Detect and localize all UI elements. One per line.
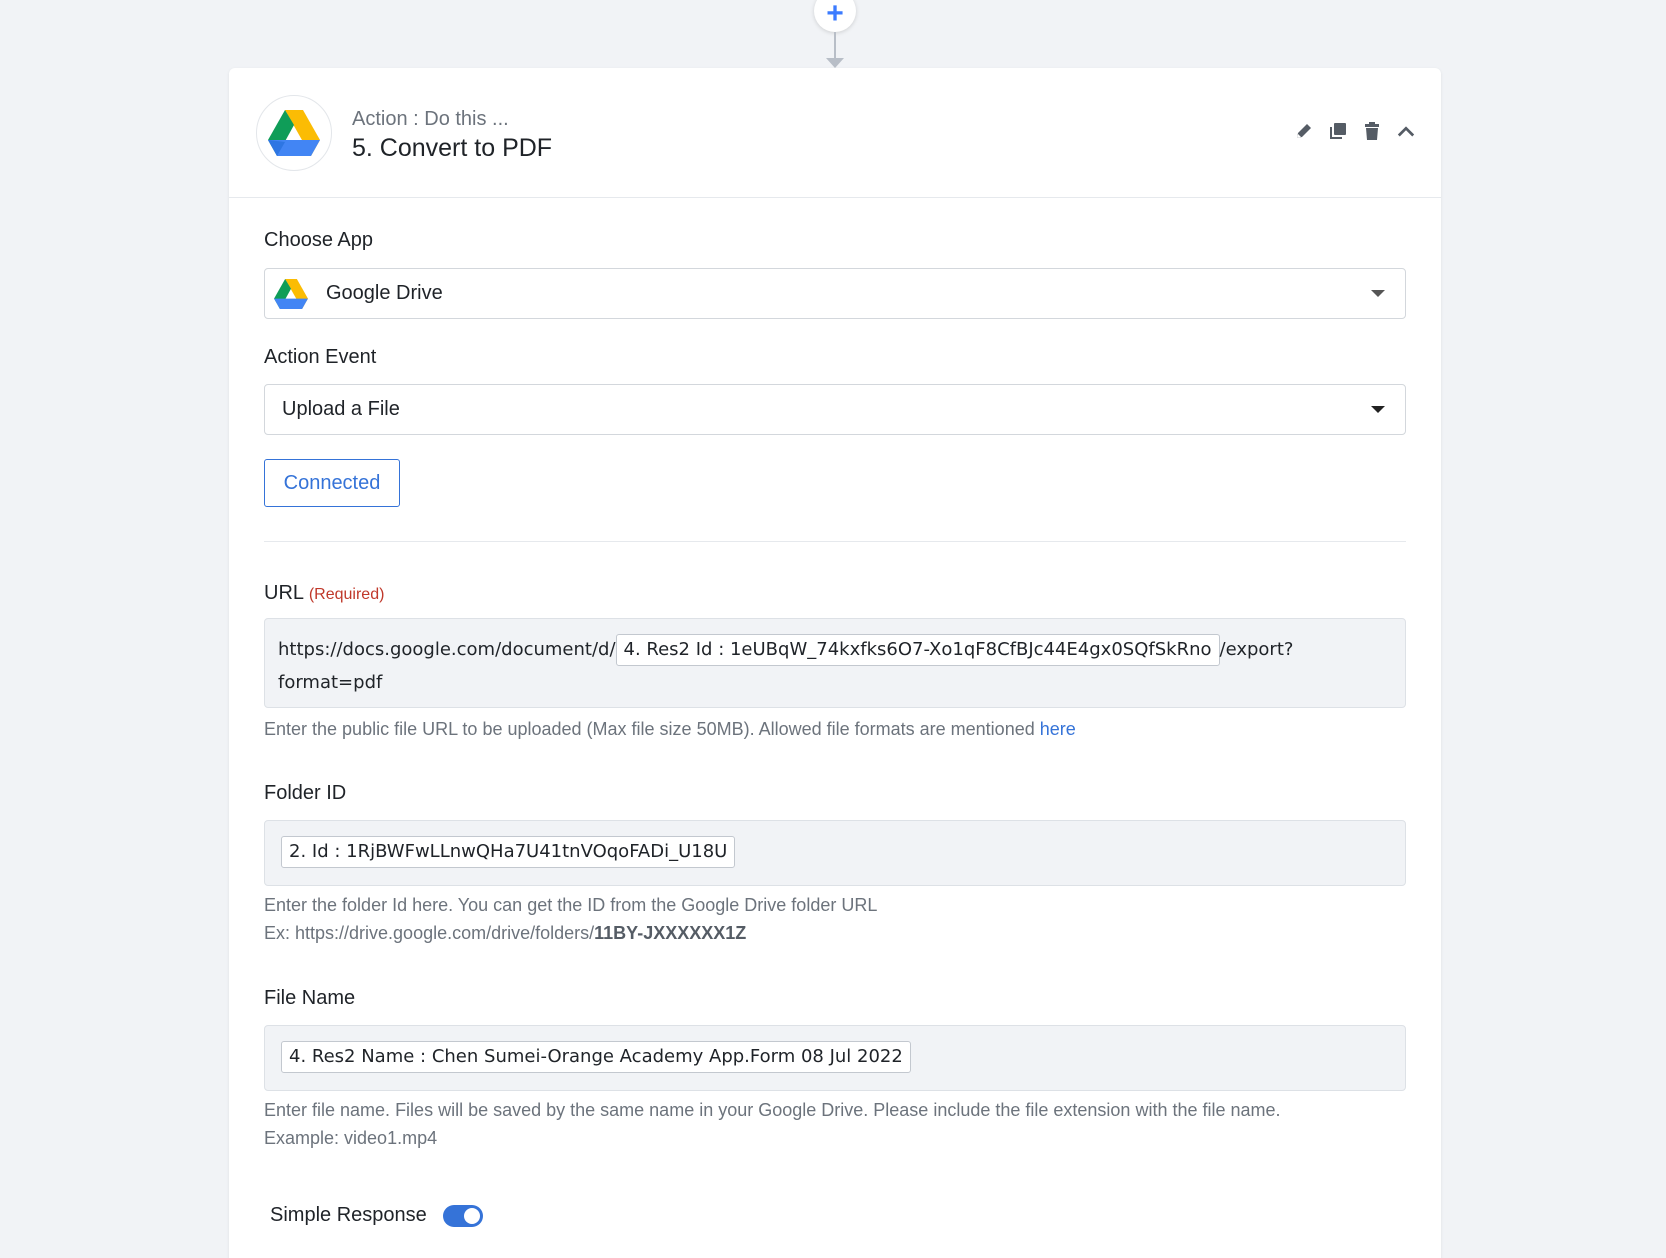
url-suffix-line2: format=pdf: [278, 672, 383, 693]
required-marker: (Required): [308, 586, 385, 603]
file-name-help-line2: Example: video1.mp4: [264, 1128, 438, 1148]
file-name-label: File Name: [264, 987, 356, 1009]
url-input[interactable]: https://docs.google.com/document/d/4. Re…: [264, 618, 1406, 708]
file-name-input[interactable]: 4. Res2 Name : Chen Sumei-Orange Academy…: [264, 1025, 1406, 1091]
add-step-button[interactable]: +: [814, 0, 856, 32]
url-prefix: https://docs.google.com/document/d/: [278, 639, 616, 660]
url-suffix: /export?: [1219, 639, 1294, 660]
url-label-text: URL: [264, 582, 304, 604]
simple-response-label: Simple Response: [270, 1204, 427, 1226]
google-drive-icon: [256, 95, 332, 171]
folder-id-help-line2: Ex: https://drive.google.com/drive/folde…: [264, 919, 877, 947]
connected-button[interactable]: Connected: [264, 459, 400, 507]
file-name-help-line1: Enter file name. Files will be saved by …: [264, 1100, 1281, 1120]
choose-app-value: Google Drive: [326, 282, 443, 304]
folder-id-label: Folder ID: [264, 782, 347, 804]
edit-icon[interactable]: [1295, 122, 1313, 140]
chevron-down-icon: [1371, 406, 1385, 413]
plus-icon: +: [826, 0, 844, 30]
step-actions: [1295, 122, 1415, 140]
folder-url-prefix: Ex: https://drive.google.com/drive/folde…: [264, 923, 595, 943]
connector-arrow-icon: [826, 58, 844, 68]
action-event-label: Action Event: [264, 346, 377, 368]
formats-link[interactable]: here: [1040, 719, 1076, 739]
google-drive-icon: [274, 278, 308, 309]
folder-id-help-line1: Enter the folder Id here. You can get th…: [264, 895, 878, 915]
chevron-down-icon: [1371, 290, 1385, 297]
step-header[interactable]: Action : Do this ... 5. Convert to PDF: [229, 68, 1441, 198]
step-title: 5. Convert to PDF: [352, 134, 553, 162]
folder-id-help: Enter the folder Id here. You can get th…: [264, 891, 877, 947]
divider: [264, 541, 1406, 542]
file-name-token[interactable]: 4. Res2 Name : Chen Sumei-Orange Academy…: [281, 1041, 911, 1073]
url-token[interactable]: 4. Res2 Id : 1eUBqW_74kxfks6O7-Xo1qF8CfB…: [615, 634, 1220, 666]
collapse-icon[interactable]: [1397, 122, 1415, 140]
action-event-value: Upload a File: [282, 398, 400, 420]
url-help-text: Enter the public file URL to be uploaded…: [264, 719, 1035, 739]
folder-id-input[interactable]: 2. Id : 1RjBWFwLLnwQHa7U41tnVOqoFADi_U18…: [264, 820, 1406, 886]
copy-icon[interactable]: [1329, 122, 1347, 140]
choose-app-select[interactable]: Google Drive: [264, 268, 1406, 319]
simple-response-toggle[interactable]: [442, 1204, 483, 1227]
folder-id-token[interactable]: 2. Id : 1RjBWFwLLnwQHa7U41tnVOqoFADi_U18…: [281, 836, 736, 868]
toggle-knob: [463, 1207, 480, 1224]
delete-icon[interactable]: [1363, 122, 1381, 140]
simple-response-row: Simple Response: [270, 1204, 483, 1227]
folder-url-example-id: 11BY-JXXXXXX1Z: [594, 923, 747, 943]
action-step-card: Action : Do this ... 5. Convert to PDF C…: [229, 68, 1441, 1258]
file-name-help: Enter file name. Files will be saved by …: [264, 1096, 1281, 1152]
url-help: Enter the public file URL to be uploaded…: [264, 715, 1076, 743]
step-subtitle: Action : Do this ...: [352, 108, 509, 130]
url-label: URL (Required): [264, 582, 384, 605]
choose-app-label: Choose App: [264, 229, 373, 251]
action-event-select[interactable]: Upload a File: [264, 384, 1406, 435]
